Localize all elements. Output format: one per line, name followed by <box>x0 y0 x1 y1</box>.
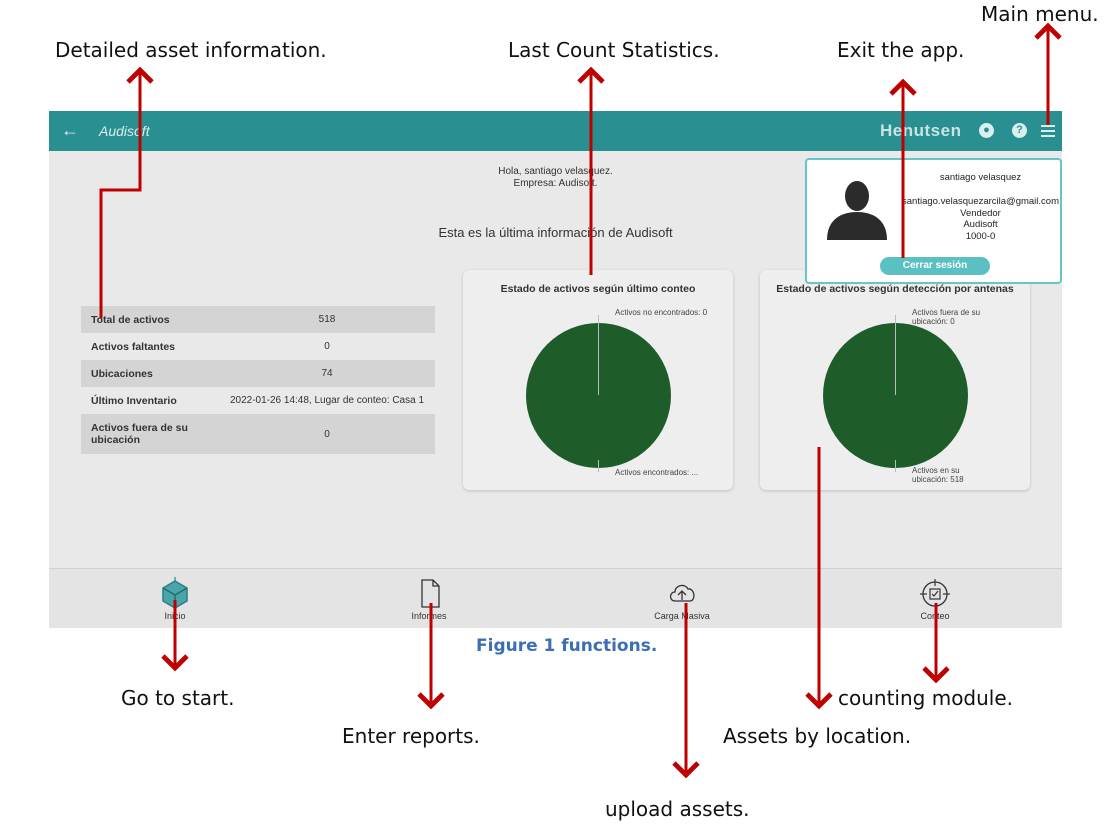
annotation-arrows <box>99 22 1062 779</box>
arrow-detailed-asset-info <box>99 66 154 318</box>
